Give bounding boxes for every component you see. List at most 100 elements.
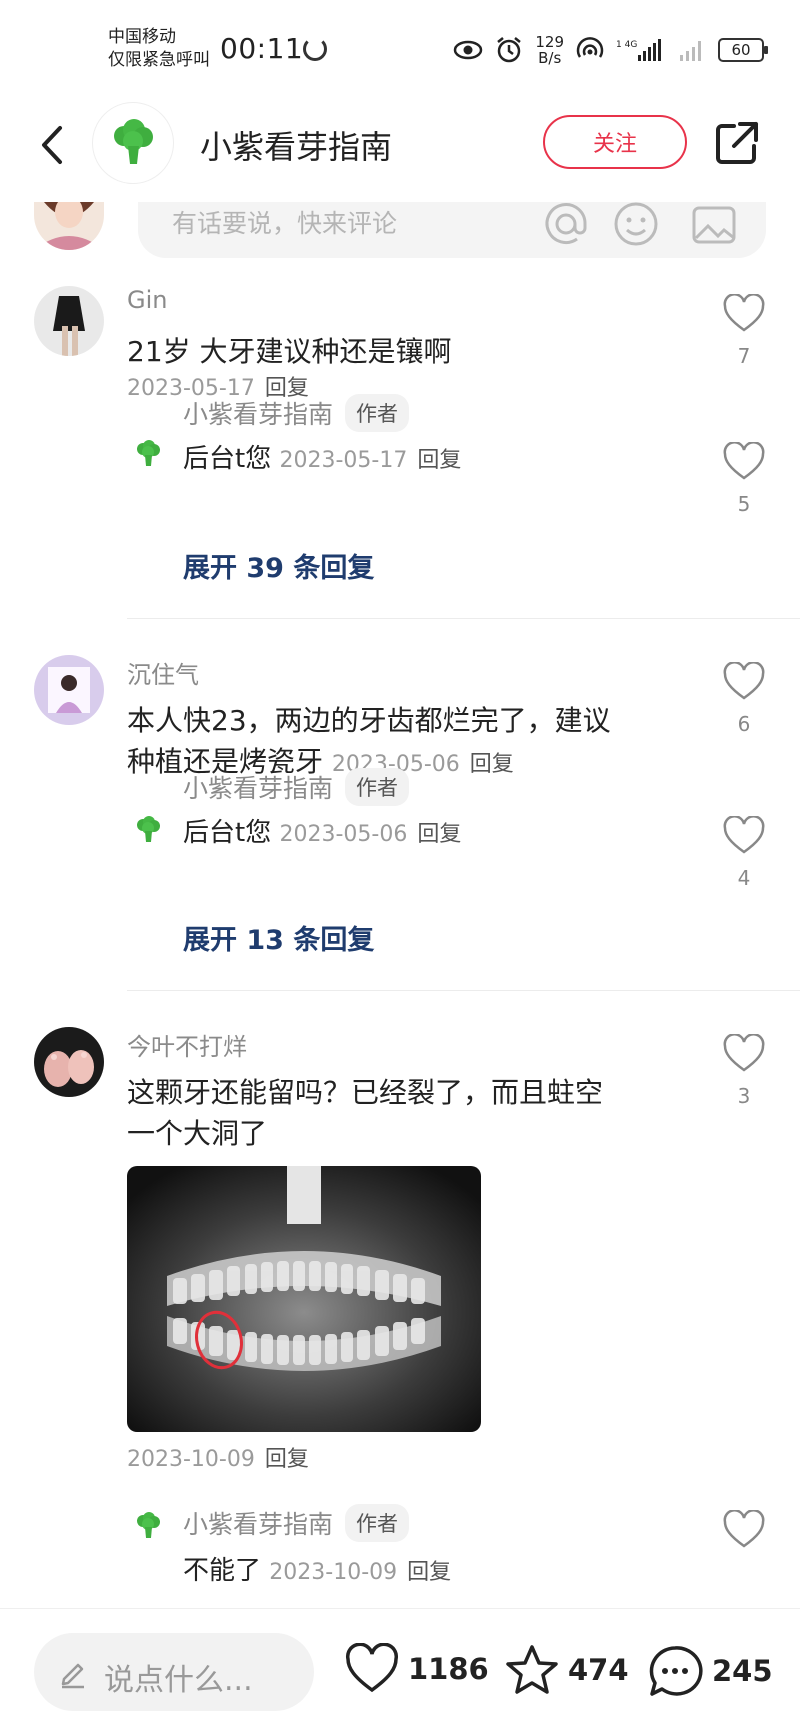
net-speed-value: 129 <box>535 33 564 51</box>
reply-date: 2023-10-09 <box>269 1560 398 1585</box>
pencil-icon <box>61 1663 84 1689</box>
broccoli-logo-icon <box>114 119 153 164</box>
commenter-name[interactable]: 沉住气 <box>127 655 199 690</box>
heart-icon <box>723 1033 765 1072</box>
reply-author: 小紫看芽指南 作者 <box>183 394 410 432</box>
heart-icon <box>723 661 765 700</box>
reply-author-name[interactable]: 小紫看芽指南 <box>183 395 333 431</box>
like-button[interactable]: 5 <box>722 441 766 516</box>
battery-icon: 60 <box>718 38 768 62</box>
author-badge: 作者 <box>345 394 410 432</box>
commenter-avatar[interactable] <box>34 286 104 356</box>
signal-icon: 1 4G <box>616 39 661 61</box>
comment-count: 245 <box>712 1654 773 1688</box>
net-speed-unit: B/s <box>538 49 562 67</box>
status-bar: 中国移动 仅限紧急呼叫 00:11 129 B/s 1 4G 60 <box>0 0 800 90</box>
comment-text: 这颗牙还能留吗？已经裂了，而且蛀空 一个大洞了 <box>127 1072 687 1154</box>
follow-button[interactable]: 关注 <box>543 115 687 169</box>
status-icons: 129 B/s 1 4G 60 <box>453 30 768 70</box>
comment-text-line2: 一个大洞了 <box>127 1117 268 1150</box>
reply-author-name[interactable]: 小紫看芽指南 <box>183 769 333 805</box>
reply-button[interactable]: 回复 <box>470 752 514 777</box>
status-time: 00:11 <box>220 32 304 65</box>
like-button[interactable]: 3 <box>722 1033 766 1108</box>
commenter-name[interactable]: Gin <box>127 286 167 314</box>
bottom-action-bar: 说点什么... 1186 474 245 <box>0 1608 800 1733</box>
author-badge: 作者 <box>345 768 410 806</box>
like-post-button[interactable]: 1186 <box>344 1643 489 1695</box>
reply-text: 不能了 <box>183 1556 262 1586</box>
comment-date: 2023-10-09 <box>127 1447 255 1472</box>
heart-icon <box>723 441 765 480</box>
image-icon[interactable] <box>690 200 738 248</box>
broccoli-logo-icon[interactable] <box>133 1510 163 1540</box>
like-count: 7 <box>737 344 751 368</box>
like-button[interactable] <box>722 1509 766 1554</box>
comment-placeholder: 有话要说，快来评论 <box>172 209 398 238</box>
commenter-name[interactable]: 今叶不打烊 <box>127 1027 247 1062</box>
reply-text: 后台t您 <box>183 818 272 848</box>
reply-author: 小紫看芽指南 作者 <box>183 1504 410 1542</box>
reply-author: 小紫看芽指南 作者 <box>183 768 410 806</box>
comment-image[interactable] <box>127 1166 481 1432</box>
say-something-input[interactable]: 说点什么... <box>34 1633 314 1711</box>
like-button[interactable]: 4 <box>722 815 766 890</box>
carrier-name: 中国移动 <box>108 27 176 47</box>
like-count: 1186 <box>408 1652 489 1686</box>
hotspot-icon <box>576 37 604 58</box>
comment-text-line1: 这颗牙还能留吗？已经裂了，而且蛀空 <box>127 1076 604 1109</box>
like-button[interactable]: 6 <box>722 661 766 736</box>
comment-input-row: 有话要说，快来评论 <box>0 202 800 266</box>
share-icon[interactable] <box>712 118 762 168</box>
star-icon <box>506 1645 558 1694</box>
broccoli-logo-icon[interactable] <box>133 814 163 844</box>
chat-bubble-icon <box>649 1646 703 1696</box>
reply-button[interactable]: 回复 <box>265 1447 309 1472</box>
reply-text: 后台t您 <box>183 444 272 474</box>
broccoli-logo-icon[interactable] <box>133 438 163 468</box>
my-avatar <box>34 202 104 250</box>
reply-author-name[interactable]: 小紫看芽指南 <box>183 1505 333 1541</box>
comments-button[interactable]: 245 <box>646 1643 773 1699</box>
emoji-icon[interactable] <box>612 200 660 248</box>
reply-date: 2023-05-06 <box>279 822 408 847</box>
account-avatar[interactable] <box>92 102 174 184</box>
like-count: 6 <box>737 712 751 736</box>
comment-text-line1: 本人快23，两边的牙齿都烂完了，建议 <box>127 704 611 737</box>
alarm-icon <box>497 37 522 63</box>
reply-text-line: 不能了 2023-10-09 回复 <box>183 1550 451 1587</box>
commenter-avatar[interactable] <box>34 655 104 725</box>
heart-icon <box>723 1509 765 1548</box>
favorite-button[interactable]: 474 <box>504 1643 629 1697</box>
carrier-emergency: 仅限紧急呼叫 <box>108 50 210 70</box>
sync-icon <box>303 37 327 61</box>
heart-icon <box>346 1643 398 1693</box>
divider <box>127 618 800 619</box>
author-badge: 作者 <box>345 1504 410 1542</box>
like-button[interactable]: 7 <box>722 293 766 368</box>
expand-replies-button[interactable]: 展开 13 条回复 <box>183 918 374 957</box>
heart-icon <box>723 815 765 854</box>
comment-meta: 2023-10-09 回复 <box>127 1442 687 1475</box>
top-navbar: 小紫看芽指南 关注 <box>0 90 800 202</box>
reply-text-line: 后台t您 2023-05-06 回复 <box>183 812 461 849</box>
page-title: 小紫看芽指南 <box>200 128 393 166</box>
reply-button[interactable]: 回复 <box>417 822 461 847</box>
at-icon[interactable] <box>542 200 590 248</box>
reply-date: 2023-05-17 <box>279 448 408 473</box>
heart-icon <box>723 293 765 332</box>
say-placeholder: 说点什么... <box>104 1663 253 1698</box>
net-speed: 129 B/s <box>535 34 564 66</box>
reply-text-line: 后台t您 2023-05-17 回复 <box>183 438 461 475</box>
reply-button[interactable]: 回复 <box>407 1560 451 1585</box>
svg-text:1 4G: 1 4G <box>616 40 637 50</box>
commenter-avatar[interactable] <box>34 1027 104 1097</box>
back-arrow-icon[interactable] <box>32 120 76 170</box>
expand-replies-button[interactable]: 展开 39 条回复 <box>183 546 374 585</box>
reply-button[interactable]: 回复 <box>417 448 461 473</box>
like-count: 3 <box>737 1084 751 1108</box>
comment-input[interactable]: 有话要说，快来评论 <box>138 202 766 258</box>
like-count: 5 <box>737 492 751 516</box>
favorite-count: 474 <box>568 1653 629 1687</box>
eye-icon <box>454 40 483 60</box>
